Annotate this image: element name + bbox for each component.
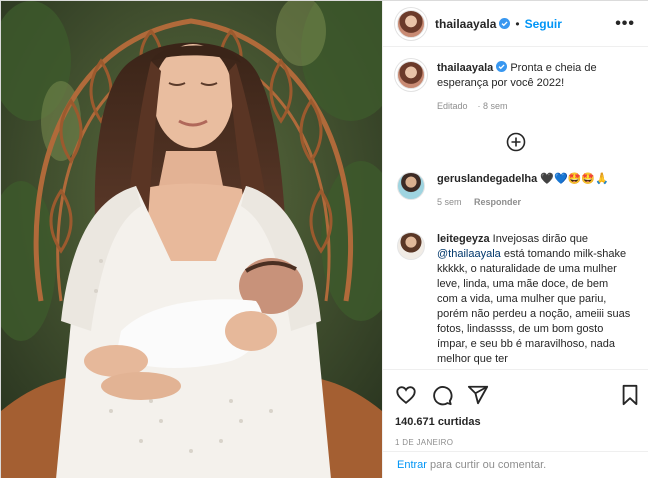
follow-button[interactable]: Seguir [525, 17, 562, 31]
comment-item: leitegeyza Invejosas dirão que @thailaay… [397, 232, 635, 365]
separator-dot: • [515, 16, 520, 31]
commenter-avatar[interactable] [397, 172, 425, 200]
comment-text: 🖤💙🤩🤩🙏 [540, 173, 609, 185]
comment-text-before: Invejosas dirão que [492, 233, 589, 245]
caption: thailaayala Pronta e cheia de esperança … [397, 61, 635, 114]
verified-badge-icon [496, 61, 508, 72]
plus-circle-icon[interactable] [506, 132, 526, 152]
action-icons [395, 378, 640, 412]
more-options-icon[interactable]: ••• [615, 15, 635, 33]
comment-username[interactable]: geruslandegadelha [437, 173, 537, 185]
caption-meta: Editado · 8 sem [437, 101, 508, 111]
likes-count[interactable]: 140.671 curtidas [395, 416, 640, 428]
add-comment-hint: para curtir ou comentar. [430, 459, 547, 471]
caption-username[interactable]: thailaayala [437, 62, 493, 74]
caption-time[interactable]: 8 sem [483, 101, 508, 111]
comment-item: geruslandegadelha 🖤💙🤩🤩🙏 5 sem Responder [397, 172, 635, 210]
reply-button[interactable]: Responder [474, 197, 521, 207]
comments-list[interactable]: thailaayala Pronta e cheia de esperança … [383, 47, 648, 365]
author-avatar[interactable] [397, 9, 425, 38]
heart-icon[interactable] [395, 384, 417, 406]
commenter-avatar[interactable] [397, 232, 425, 260]
edited-label: Editado [437, 101, 468, 111]
comment-time[interactable]: 5 sem [437, 197, 462, 207]
comment-text-after: está tomando milk-shake kkkkk, o natural… [437, 248, 631, 365]
post-date[interactable]: 1 DE JANEIRO [395, 438, 640, 447]
post-actions: 140.671 curtidas 1 DE JANEIRO [383, 369, 648, 447]
caption-avatar[interactable] [397, 61, 425, 89]
photo-illustration [1, 1, 382, 478]
bookmark-icon[interactable] [620, 384, 640, 406]
load-more-comments[interactable] [397, 132, 635, 152]
post-header: thailaayala • Seguir ••• [383, 1, 648, 47]
comment-meta: 5 sem Responder [437, 195, 631, 210]
author-username[interactable]: thailaayala [435, 17, 496, 31]
login-link[interactable]: Entrar [397, 459, 427, 471]
comment-mention[interactable]: @thailaayala [437, 248, 501, 260]
post-window: thailaayala • Seguir ••• thailaayala Pro… [0, 0, 648, 478]
comment-body: leitegeyza Invejosas dirão que @thailaay… [437, 232, 631, 365]
post-photo[interactable] [1, 1, 382, 478]
share-icon[interactable] [467, 384, 489, 406]
comment-username[interactable]: leitegeyza [437, 233, 490, 245]
comment-body: geruslandegadelha 🖤💙🤩🤩🙏 5 sem Responder [437, 172, 631, 210]
comment-icon[interactable] [431, 384, 453, 406]
post-side-panel: thailaayala • Seguir ••• thailaayala Pro… [382, 1, 648, 478]
verified-badge-icon [499, 18, 511, 29]
caption-body: thailaayala Pronta e cheia de esperança … [437, 61, 631, 114]
add-comment-bar: Entrar para curtir ou comentar. [383, 451, 648, 478]
